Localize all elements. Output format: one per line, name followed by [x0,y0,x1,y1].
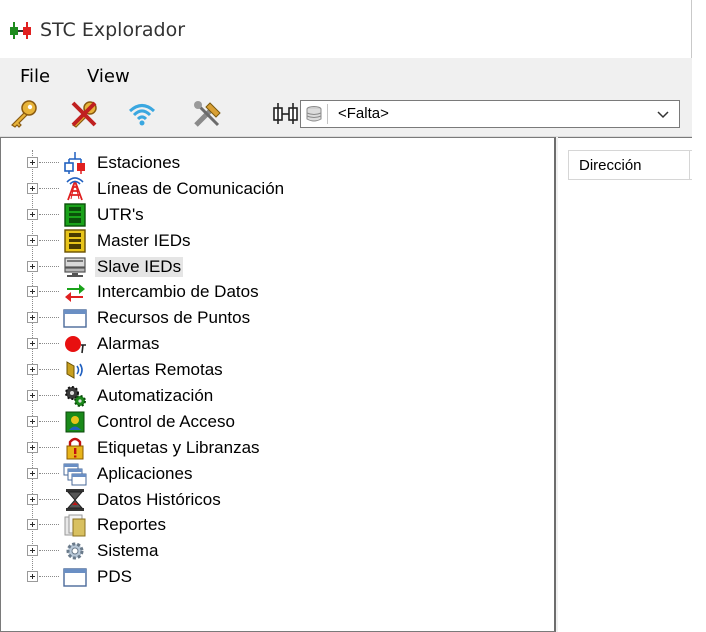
combo-separator [327,104,328,124]
title-bar: STC Explorador [0,0,692,58]
master-ied-icon [64,228,86,253]
key-cross-icon [71,101,97,128]
tree-connector [39,162,59,163]
expand-toggle[interactable] [27,312,38,324]
tree-connector [39,187,59,189]
expand-toggle[interactable] [27,182,38,194]
tree-item-label: Líneas de Comunicación [97,178,285,198]
tree-item-label: Alertas Remotas [97,360,223,380]
tree-item-label: Etiquetas y Libranzas [97,437,260,457]
column-header-direccion[interactable]: Dirección [568,150,692,180]
tools-icon [194,101,221,127]
menu-bar: File View [0,58,692,92]
slave-ied-icon [64,256,86,277]
column-divider[interactable] [689,151,690,179]
window-icon [63,568,87,587]
key-icon [11,100,37,128]
app-window: STC Explorador File View <Falta> Estacio… [0,0,706,632]
menu-file[interactable]: File [20,66,50,87]
database-select[interactable]: <Falta> [300,100,680,128]
tree-connector [39,265,59,267]
tree-item-label: Reportes [97,515,166,535]
tree-item-label: Alarmas [97,334,160,354]
applications-icon [63,463,87,486]
tree-connector [39,472,59,474]
tree-connector [39,446,59,448]
tree-connector [39,343,59,345]
tree-item-label: Intercambio de Datos [97,282,259,302]
tree-item-label: Slave IEDs [95,256,184,277]
database-icon [306,106,322,122]
hourglass-icon [66,488,84,511]
tree-connector [39,420,59,422]
network-icon [273,103,298,124]
tree-connector [39,317,59,319]
app-logo-icon [10,22,31,39]
toolbar: <Falta> [0,92,692,137]
tree-item-label: Automatización [97,386,214,406]
tree-connector [39,498,59,500]
expand-toggle[interactable] [27,364,38,376]
expand-toggle[interactable] [27,493,38,505]
expand-toggle[interactable] [27,571,38,583]
expand-toggle[interactable] [27,545,38,557]
tree-item-label: Control de Acceso [97,411,235,431]
details-list-pane[interactable]: Dirección [558,137,692,632]
expand-toggle[interactable] [27,338,38,350]
tree-item-label: Datos Históricos [97,489,221,509]
station-icon [64,152,85,174]
network-button[interactable] [268,98,304,130]
exchange-arrows-icon [65,284,85,303]
expand-toggle[interactable] [27,415,38,427]
tree-connector [39,550,59,552]
gears-icon [65,386,86,408]
rtu-icon [64,203,86,227]
tree-connector [39,395,59,397]
chevron-down-icon[interactable] [655,106,671,122]
tree-item-label: Sistema [97,541,159,561]
window-title: STC Explorador [40,19,186,41]
tools-button[interactable] [190,98,226,130]
tree-connector [39,576,59,578]
login-button[interactable] [6,98,42,130]
remote-alert-icon [66,361,83,379]
tree-item-label: Estaciones [97,153,181,172]
access-control-icon [65,411,85,433]
expand-toggle[interactable] [27,286,38,298]
tree-item-label: Recursos de Puntos [97,308,251,328]
window-icon [63,309,87,329]
window-edge [692,0,706,632]
expand-toggle[interactable] [27,208,38,220]
tree-item-label: PDS [97,567,132,587]
logout-button[interactable] [66,98,102,130]
database-select-value: <Falta> [338,105,389,122]
expand-toggle[interactable] [27,234,38,246]
system-gear-icon [66,542,84,560]
tree-item-label: Aplicaciones [97,463,193,483]
column-header-label: Dirección [579,157,642,174]
expand-toggle[interactable] [27,390,38,402]
reports-icon [64,514,86,537]
tree-connector [39,524,59,526]
tree-item-label: UTR's [97,204,144,224]
tree-connector [39,239,59,241]
lock-tag-icon [66,437,84,460]
expand-toggle[interactable] [27,467,38,479]
tree-item-label: Master IEDs [97,230,191,250]
expand-toggle[interactable] [27,157,38,168]
wifi-icon [128,104,156,126]
tower-icon [66,177,84,201]
connection-button[interactable] [124,98,160,130]
alarm-icon [65,336,86,354]
tree-connector [39,369,59,371]
tree-connector [39,291,59,293]
expand-toggle[interactable] [27,519,38,531]
tree-pane[interactable]: Estaciones Líneas de Comunicación UTR's … [0,137,556,632]
tree-connector [39,213,59,215]
expand-toggle[interactable] [27,441,38,453]
menu-view[interactable]: View [87,66,130,87]
expand-toggle[interactable] [27,260,38,272]
